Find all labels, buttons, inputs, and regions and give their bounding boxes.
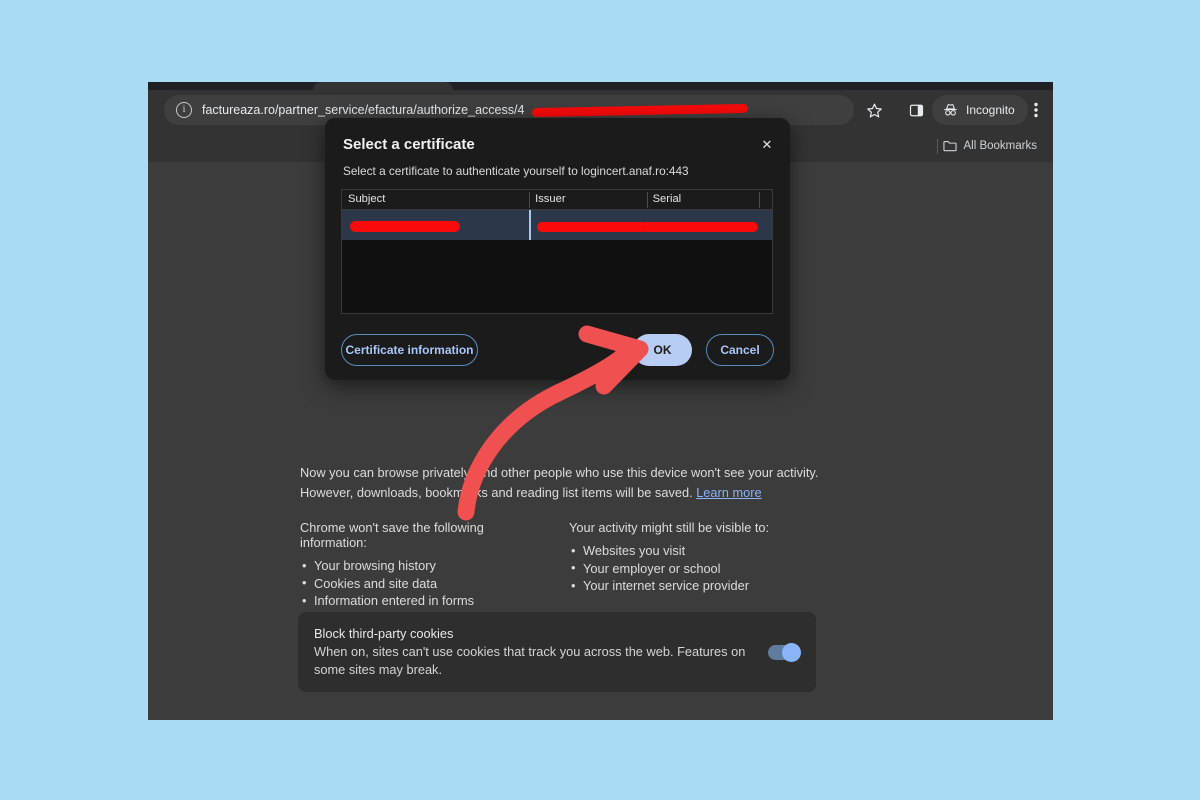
dialog-buttons: Certificate information OK Cancel <box>341 334 774 366</box>
url-redaction-mark <box>532 104 748 117</box>
active-tab[interactable] <box>313 82 453 90</box>
incognito-description: Now you can browse privately, and other … <box>300 463 820 502</box>
column-header-serial[interactable]: Serial <box>647 190 759 209</box>
list-item: Your employer or school <box>569 560 820 578</box>
toggle-knob <box>782 643 801 662</box>
block-cookies-toggle[interactable] <box>768 645 800 660</box>
incognito-indicator[interactable]: Incognito <box>932 95 1028 125</box>
list-item: Websites you visit <box>569 542 820 560</box>
cell-issuer <box>529 210 646 240</box>
side-panel-icon[interactable] <box>904 98 928 122</box>
certificate-table-header: Subject Issuer Serial <box>342 190 772 210</box>
table-row[interactable] <box>342 210 772 240</box>
select-certificate-dialog: Select a certificate ✕ Select a certific… <box>325 118 790 380</box>
column-header-extra[interactable] <box>759 190 772 209</box>
learn-more-link[interactable]: Learn more <box>696 485 761 500</box>
close-icon[interactable]: ✕ <box>758 136 776 154</box>
incognito-label: Incognito <box>966 103 1015 117</box>
cookie-card-description: When on, sites can't use cookies that tr… <box>314 643 754 678</box>
incognito-column-visible-to: Your activity might still be visible to:… <box>569 520 820 610</box>
dialog-subtitle: Select a certificate to authenticate you… <box>343 164 689 178</box>
list-item: Your internet service provider <box>569 577 820 595</box>
ok-button[interactable]: OK <box>633 334 692 366</box>
cell-subject <box>342 210 529 240</box>
incognito-paragraph-2: However, downloads, bookmarks and readin… <box>300 483 820 503</box>
incognito-paragraph-2-text: However, downloads, bookmarks and readin… <box>300 485 696 500</box>
star-icon[interactable] <box>862 98 886 122</box>
dialog-title: Select a certificate <box>343 136 475 153</box>
list-item: Information entered in forms <box>300 592 551 610</box>
cookie-card-title: Block third-party cookies <box>314 626 754 641</box>
certificate-list[interactable]: Subject Issuer Serial <box>341 189 773 314</box>
all-bookmarks-label: All Bookmarks <box>964 140 1038 152</box>
cancel-button[interactable]: Cancel <box>706 334 774 366</box>
column-list: Websites you visit Your employer or scho… <box>569 542 820 595</box>
all-bookmarks-button[interactable]: All Bookmarks <box>937 135 1044 157</box>
cookie-card-text: Block third-party cookies When on, sites… <box>314 626 754 678</box>
column-list: Your browsing history Cookies and site d… <box>300 557 551 610</box>
info-circle-icon[interactable]: i <box>176 102 192 118</box>
incognito-hat-icon <box>942 103 959 117</box>
redaction-mark <box>537 222 647 232</box>
cell-extra <box>759 210 772 240</box>
list-item: Your browsing history <box>300 557 551 575</box>
tab-strip <box>148 82 1053 90</box>
certificate-information-button[interactable]: Certificate information <box>341 334 478 366</box>
redaction-mark <box>350 221 460 232</box>
screenshot-stage: i factureaza.ro/partner_service/efactura… <box>0 0 1200 800</box>
three-dot-menu-icon[interactable] <box>1024 98 1048 122</box>
column-heading: Chrome won't save the following informat… <box>300 520 551 550</box>
cell-serial <box>647 210 759 240</box>
incognito-info-columns: Chrome won't save the following informat… <box>300 520 820 610</box>
incognito-paragraph-1: Now you can browse privately, and other … <box>300 463 820 483</box>
block-third-party-cookies-card: Block third-party cookies When on, sites… <box>298 612 816 692</box>
list-item: Cookies and site data <box>300 575 551 593</box>
url-text: factureaza.ro/partner_service/efactura/a… <box>202 103 524 117</box>
incognito-column-not-saved: Chrome won't save the following informat… <box>300 520 551 610</box>
folder-icon <box>943 140 957 152</box>
redaction-mark <box>641 222 758 232</box>
column-header-subject[interactable]: Subject <box>342 190 529 209</box>
column-heading: Your activity might still be visible to: <box>569 520 820 535</box>
column-header-issuer[interactable]: Issuer <box>529 190 646 209</box>
